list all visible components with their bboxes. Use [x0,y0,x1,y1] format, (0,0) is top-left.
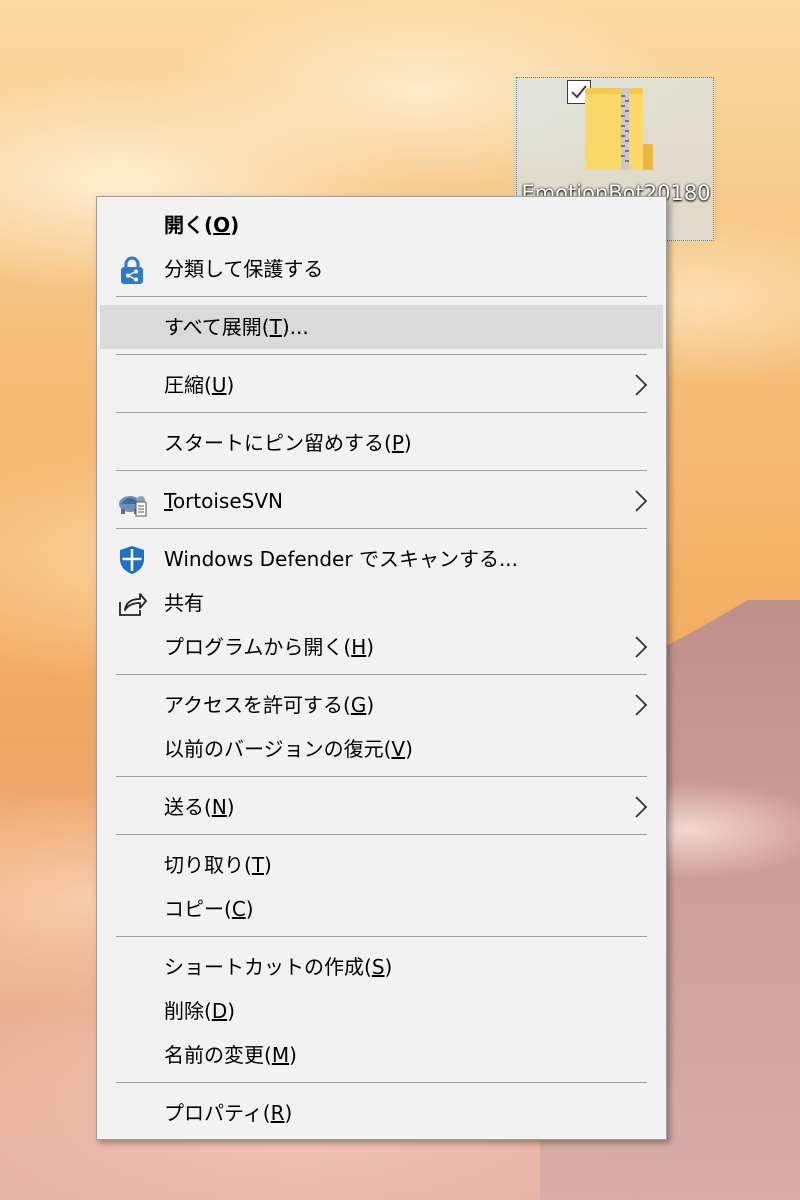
menu-label: 圧縮( [164,373,212,397]
menu-item-classify-protect[interactable]: 分類して保護する [100,247,663,291]
menu-separator [116,674,647,675]
menu-item-send-to[interactable]: 送る(N) [100,785,663,829]
menu-label: 分類して保護する [164,257,324,281]
menu-label: 開く( [164,213,214,237]
menu-label: ショートカットの作成( [164,955,372,979]
menu-label: コピー( [164,897,232,921]
menu-item-defender-scan[interactable]: Windows Defender でスキャンする... [100,537,663,581]
menu-separator [116,1082,647,1083]
zip-folder-icon [585,88,653,170]
menu-separator [116,470,647,471]
menu-item-rename[interactable]: 名前の変更(M) [100,1033,663,1077]
menu-label: 名前の変更( [164,1043,272,1067]
menu-label: 削除( [164,999,212,1023]
menu-item-delete[interactable]: 削除(D) [100,989,663,1033]
context-menu: 開く(O) 分類して保護する すべて展開(T)... 圧縮(U) スタートにピン… [96,196,667,1140]
chevron-right-icon [635,490,648,512]
menu-item-create-shortcut[interactable]: ショートカットの作成(S) [100,945,663,989]
menu-label: すべて展開( [164,315,270,339]
menu-item-share[interactable]: 共有 [100,581,663,625]
menu-label: 以前のバージョンの復元( [164,737,392,761]
menu-label: ortoiseSVN [172,489,283,513]
menu-separator [116,834,647,835]
menu-separator [116,936,647,937]
menu-label: プログラムから開く( [164,635,352,659]
menu-label: プロパティ( [164,1101,271,1125]
chevron-right-icon [635,796,648,818]
menu-item-tortoisesvn[interactable]: TortoiseSVN [100,479,663,523]
menu-item-properties[interactable]: プロパティ(R) [100,1091,663,1135]
menu-separator [116,776,647,777]
menu-item-pin-to-start[interactable]: スタートにピン留めする(P) [100,421,663,465]
menu-separator [116,296,647,297]
menu-label: 共有 [164,591,204,615]
chevron-right-icon [635,694,648,716]
menu-item-compress[interactable]: 圧縮(U) [100,363,663,407]
menu-label: 送る( [164,795,212,819]
menu-item-open[interactable]: 開く(O) [100,203,663,247]
tortoise-svn-icon [119,496,147,517]
menu-label: 切り取り( [164,853,252,877]
menu-item-extract-all[interactable]: すべて展開(T)... [100,305,663,349]
menu-separator [116,354,647,355]
menu-separator [116,412,647,413]
menu-item-open-with[interactable]: プログラムから開く(H) [100,625,663,669]
chevron-right-icon [635,374,648,396]
menu-separator [116,528,647,529]
menu-item-cut[interactable]: 切り取り(T) [100,843,663,887]
menu-label: Windows Defender でスキャンする... [164,547,519,571]
menu-item-copy[interactable]: コピー(C) [100,887,663,931]
menu-item-give-access[interactable]: アクセスを許可する(G) [100,683,663,727]
share-icon [119,593,147,616]
menu-label: スタートにピン留めする( [164,431,392,455]
chevron-right-icon [635,636,648,658]
menu-label: アクセスを許可する( [164,693,351,717]
menu-item-restore-previous[interactable]: 以前のバージョンの復元(V) [100,727,663,771]
lock-share-icon [121,256,143,284]
shield-icon [120,546,144,574]
